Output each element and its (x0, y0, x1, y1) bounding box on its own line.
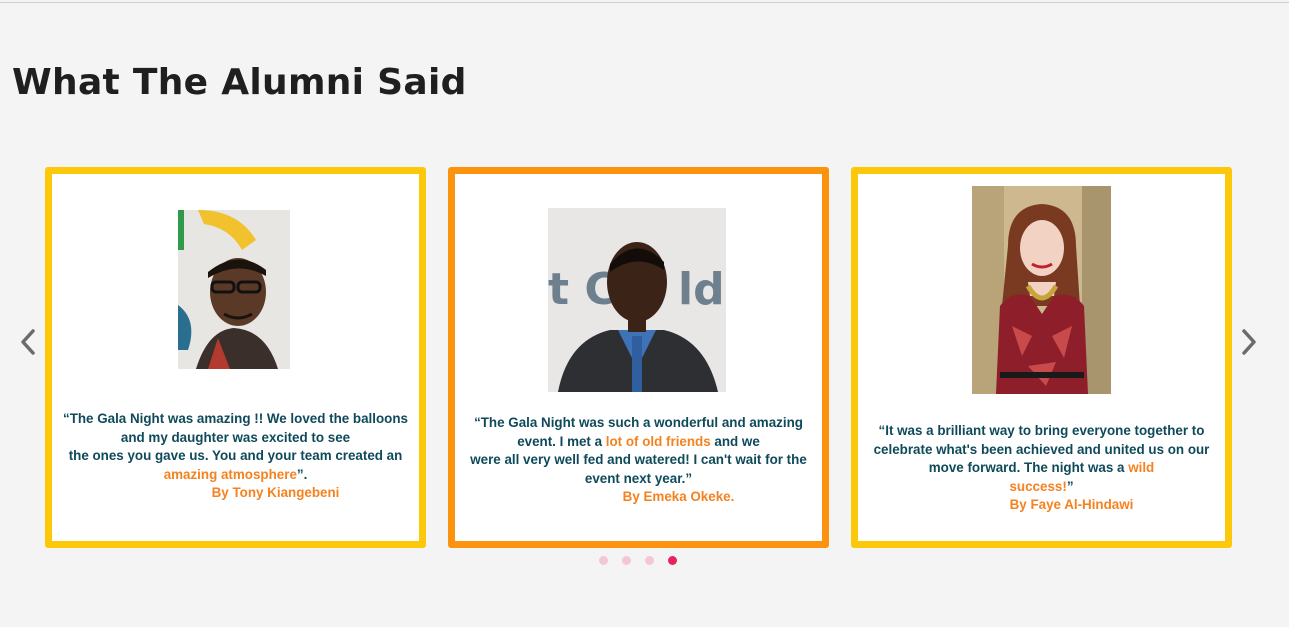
quote-line: event. I met a (517, 433, 606, 449)
alumni-photo (972, 186, 1111, 394)
testimonial-quote: “The Gala Night was such a wonderful and… (455, 414, 822, 507)
testimonial-author: By Tony Kiangebeni (211, 485, 340, 501)
alumni-photo (178, 210, 290, 369)
chevron-right-icon (1242, 329, 1256, 355)
quote-line: “The Gala Night was such a wonderful and… (474, 415, 803, 430)
carousel-dot-active[interactable] (668, 556, 677, 565)
quote-line: “It was a brilliant way to bring everyon… (878, 423, 1205, 438)
quote-line: “The Gala Night was amazing !! We loved … (63, 411, 408, 426)
quote-line: ” (1066, 478, 1074, 494)
carousel-dot[interactable] (622, 556, 631, 565)
carousel-dot[interactable] (599, 556, 608, 565)
carousel-prev-button[interactable] (16, 326, 40, 358)
quote-line: event next year.” (584, 470, 693, 486)
testimonial-author: By Faye Al-Hindawi (1009, 497, 1134, 513)
testimonial-card-active: t C ld “The Gala Night was such a wonder… (448, 167, 829, 548)
quote-line: and my daughter was excited to see (120, 429, 351, 445)
quote-highlight: success! (1009, 478, 1067, 494)
svg-text:ld: ld (678, 264, 725, 315)
carousel-dot[interactable] (645, 556, 654, 565)
alumni-photo: t C ld (548, 208, 726, 392)
quote-line: the ones you gave us. You and your team … (68, 448, 403, 464)
testimonial-card: “It was a brilliant way to bring everyon… (851, 167, 1232, 548)
testimonial-quote: “The Gala Night was amazing !! We loved … (52, 410, 419, 503)
quote-line: ”. (296, 466, 308, 482)
quote-line: move forward. The night was a (928, 460, 1129, 476)
quote-highlight: lot of old friends (605, 433, 711, 449)
chevron-left-icon (21, 329, 35, 355)
quote-line: and we (710, 433, 760, 449)
carousel-next-button[interactable] (1237, 326, 1261, 358)
quote-line: celebrate what's been achieved and unite… (873, 441, 1210, 457)
top-divider (0, 2, 1289, 3)
svg-text:t C: t C (548, 264, 617, 315)
carousel-pagination (599, 556, 677, 565)
testimonial-author: By Emeka Okeke. (622, 489, 735, 505)
testimonial-quote: “It was a brilliant way to bring everyon… (858, 422, 1225, 515)
quote-highlight: amazing atmosphere (163, 466, 297, 482)
quote-highlight: wild (1128, 460, 1155, 476)
testimonial-card: “The Gala Night was amazing !! We loved … (45, 167, 426, 548)
section-heading: What The Alumni Said (12, 62, 467, 103)
quote-line: were all very well fed and watered! I ca… (470, 452, 807, 468)
